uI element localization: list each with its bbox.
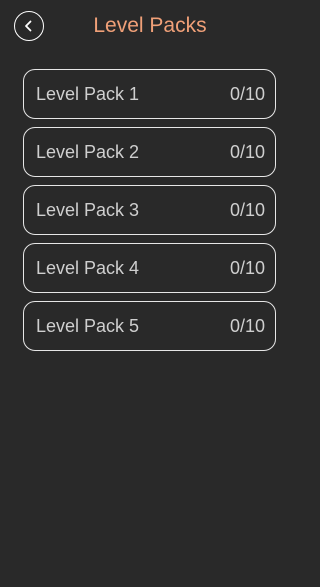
page-title: Level Packs <box>93 14 207 37</box>
level-pack-2[interactable]: Level Pack 2 0/10 <box>23 127 276 177</box>
level-pack-1[interactable]: Level Pack 1 0/10 <box>23 69 276 119</box>
level-pack-3[interactable]: Level Pack 3 0/10 <box>23 185 276 235</box>
level-pack-progress: 0/10 <box>229 316 265 336</box>
level-pack-name: Level Pack 5 <box>36 316 140 336</box>
level-pack-progress: 0/10 <box>229 200 265 220</box>
level-pack-name: Level Pack 4 <box>36 258 140 278</box>
level-pack-progress: 0/10 <box>229 142 265 162</box>
level-pack-name: Level Pack 2 <box>36 142 140 162</box>
page-title-container: Level Packs <box>0 12 300 40</box>
header: Level Packs <box>0 0 300 54</box>
level-pack-4[interactable]: Level Pack 4 0/10 <box>23 243 276 293</box>
level-pack-name: Level Pack 1 <box>36 84 140 104</box>
level-pack-progress: 0/10 <box>229 84 265 104</box>
level-pack-list: Level Pack 1 0/10 Level Pack 2 0/10 Leve… <box>23 69 276 359</box>
level-pack-5[interactable]: Level Pack 5 0/10 <box>23 301 276 351</box>
level-pack-progress: 0/10 <box>229 258 265 278</box>
level-pack-name: Level Pack 3 <box>36 200 140 220</box>
